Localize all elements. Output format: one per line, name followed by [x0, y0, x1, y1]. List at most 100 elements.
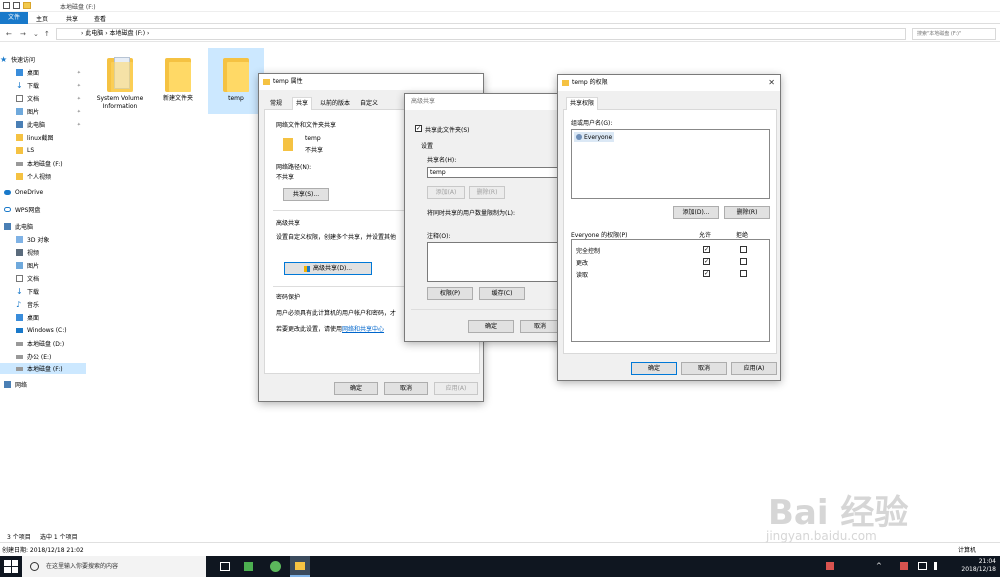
- tab-sharing[interactable]: 共享: [292, 97, 313, 110]
- nav-pc-music[interactable]: ♪ 音乐: [0, 299, 86, 310]
- nav-pc-drive-e[interactable]: 办公 (E:): [0, 351, 86, 362]
- tab-share-permissions[interactable]: 共享权限: [566, 97, 599, 110]
- start-icon[interactable]: [4, 560, 18, 573]
- item-count: 3 个项目: [7, 534, 31, 541]
- music-icon: ♪: [16, 300, 22, 309]
- nav-item-this-pc[interactable]: 此电脑 ✦: [0, 119, 86, 130]
- user-item-everyone[interactable]: Everyone: [574, 132, 614, 142]
- apply-button[interactable]: 应用(A): [434, 382, 478, 395]
- watermark-brand: Bai 经验: [768, 493, 909, 533]
- tab-file[interactable]: 文件: [0, 12, 28, 24]
- nav-item-documents[interactable]: 文档 ✦: [0, 93, 86, 104]
- net-path-value: 不共享: [276, 174, 295, 181]
- nav-item-drive-f[interactable]: 本地磁盘 (F:): [0, 158, 86, 169]
- nav-pc-videos[interactable]: 视频: [0, 247, 86, 258]
- folder-item-new-folder[interactable]: 新建文件夹: [150, 54, 206, 103]
- properties-title: temp 属性: [273, 78, 303, 85]
- cloud-icon: [4, 190, 11, 195]
- perm-apply-button[interactable]: 应用(A): [731, 362, 777, 375]
- advanced-sharing-title-bar: 高级共享: [405, 94, 563, 110]
- read-allow-checkbox[interactable]: ✓: [703, 270, 710, 277]
- app-icon[interactable]: [244, 562, 253, 571]
- nav-quick-access[interactable]: ★ 快速访问: [0, 54, 86, 65]
- drive-icon: [16, 161, 23, 166]
- permissions-button[interactable]: 权限(P): [427, 287, 473, 300]
- clock[interactable]: 21:04 2018/12/18: [961, 558, 996, 574]
- new-folder-icon[interactable]: [23, 2, 31, 9]
- taskbar-search-input[interactable]: 在这里输入你要搜索的内容: [22, 556, 206, 577]
- perm-ok-button[interactable]: 确定: [631, 362, 677, 375]
- share-this-folder-checkbox[interactable]: ✓: [415, 125, 422, 132]
- tab-share[interactable]: 共享: [66, 14, 78, 23]
- nav-this-pc[interactable]: 此电脑: [0, 221, 86, 232]
- nav-network[interactable]: 网络: [0, 379, 86, 390]
- close-icon[interactable]: ✕: [768, 75, 775, 91]
- properties-icon[interactable]: [13, 2, 20, 9]
- nav-pc-3d[interactable]: 3D 对象: [0, 234, 86, 245]
- nav-pc-documents[interactable]: 文档: [0, 273, 86, 284]
- created-date: 创建日期: 2018/12/18 21:02: [2, 547, 84, 554]
- network-sharing-center-link[interactable]: 网络和共享中心: [342, 326, 384, 333]
- share-this-folder-label: 共享此文件夹(S): [425, 127, 470, 134]
- nav-item-downloads[interactable]: ↓ 下载 ✦: [0, 80, 86, 91]
- nav-pc-drive-f[interactable]: 本地磁盘 (F:): [0, 363, 86, 374]
- nav-item-desktop[interactable]: 桌面 ✦: [0, 67, 86, 78]
- tab-general[interactable]: 常规: [267, 98, 285, 110]
- tray-app-icon[interactable]: [826, 562, 834, 570]
- forward-icon[interactable]: →: [20, 30, 26, 38]
- advanced-sharing-button[interactable]: 高级共享(D)...: [284, 262, 372, 275]
- back-icon[interactable]: ←: [6, 30, 12, 38]
- nav-pc-drive-d[interactable]: 本地磁盘 (D:): [0, 338, 86, 349]
- nav-item-ls[interactable]: LS: [0, 145, 86, 156]
- cancel-button[interactable]: 取消: [384, 382, 428, 395]
- add-user-button[interactable]: 添加(D)...: [673, 206, 719, 219]
- change-allow-checkbox[interactable]: ✓: [703, 258, 710, 265]
- nav-item-linux-screenshots[interactable]: linux截图: [0, 132, 86, 143]
- browser-icon[interactable]: [270, 561, 281, 572]
- nav-pc-drive-c[interactable]: Windows (C:): [0, 325, 86, 336]
- adv-cancel-button[interactable]: 取消: [520, 320, 560, 333]
- perm-cancel-button[interactable]: 取消: [681, 362, 727, 375]
- properties-title-bar: temp 属性: [259, 74, 483, 90]
- read-deny-checkbox[interactable]: [740, 270, 747, 277]
- share-button[interactable]: 共享(S)...: [283, 188, 329, 201]
- tab-home[interactable]: 主页: [36, 14, 48, 23]
- full-control-deny-checkbox[interactable]: [740, 246, 747, 253]
- permission-list: 完全控制 ✓ 更改 ✓ 读取 ✓: [571, 239, 770, 342]
- network-icon[interactable]: [918, 562, 927, 570]
- nav-pc-pictures[interactable]: 图片: [0, 260, 86, 271]
- share-name-input[interactable]: temp: [427, 167, 559, 178]
- folder-icon: [16, 134, 23, 141]
- file-explorer-taskbar-button[interactable]: [290, 556, 310, 577]
- ok-button[interactable]: 确定: [334, 382, 378, 395]
- nav-item-pictures[interactable]: 图片 ✦: [0, 106, 86, 117]
- caching-button[interactable]: 缓存(C): [479, 287, 525, 300]
- remove-user-button[interactable]: 删除(R): [724, 206, 770, 219]
- adv-ok-button[interactable]: 确定: [468, 320, 514, 333]
- nav-pc-desktop[interactable]: 桌面: [0, 312, 86, 323]
- folder-item-temp[interactable]: temp: [208, 48, 264, 114]
- tab-previous-versions[interactable]: 以前的版本: [317, 98, 353, 110]
- tab-view[interactable]: 查看: [94, 14, 106, 23]
- tray-chevron-icon[interactable]: ^: [876, 562, 882, 570]
- full-control-allow-checkbox[interactable]: ✓: [703, 246, 710, 253]
- nav-item-personal-videos[interactable]: 个人视频: [0, 171, 86, 182]
- address-path[interactable]: › 此电脑 › 本地磁盘 (F:) ›: [56, 28, 906, 40]
- nav-onedrive[interactable]: OneDrive: [0, 187, 86, 198]
- up-icon[interactable]: ↑: [44, 30, 50, 38]
- nav-pc-downloads[interactable]: ↓ 下载: [0, 286, 86, 297]
- task-view-icon[interactable]: [220, 562, 230, 571]
- recent-dropdown-icon[interactable]: ⌄: [33, 30, 39, 38]
- folder-item-system-volume[interactable]: System Volume Information: [92, 54, 148, 111]
- comment-input[interactable]: [427, 242, 559, 282]
- user-list[interactable]: Everyone: [571, 129, 770, 199]
- tray-security-icon[interactable]: [900, 562, 908, 570]
- add-share-button[interactable]: 添加(A): [427, 186, 465, 199]
- tab-customize[interactable]: 自定义: [357, 98, 381, 110]
- change-deny-checkbox[interactable]: [740, 258, 747, 265]
- nav-wps[interactable]: WPS网盘: [0, 204, 86, 215]
- address-bar-row: ← → ⌄ ↑ › 此电脑 › 本地磁盘 (F:) › 搜索"本地磁盘 (F:)…: [0, 26, 1000, 42]
- volume-icon[interactable]: [934, 562, 942, 570]
- search-input[interactable]: 搜索"本地磁盘 (F:)": [912, 28, 996, 40]
- remove-share-button[interactable]: 删除(R): [469, 186, 505, 199]
